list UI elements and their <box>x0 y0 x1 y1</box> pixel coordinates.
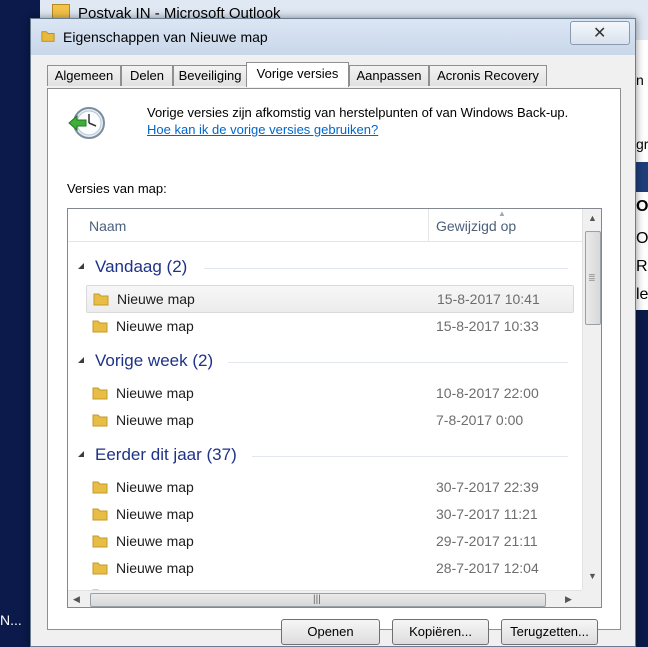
group-divider <box>204 268 568 269</box>
restore-button[interactable]: Terugzetten... <box>501 619 598 645</box>
sort-arrow-icon: ▲ <box>498 209 506 218</box>
item-name: Nieuwe map <box>117 291 195 307</box>
info-text: Vorige versies zijn afkomstig van herste… <box>147 105 569 120</box>
versions-list[interactable]: Naam ▲ Gewijzigd op Vandaag (2) Nieuwe m… <box>67 208 602 608</box>
item-date: 30-7-2017 22:39 <box>436 479 539 495</box>
column-separator[interactable] <box>428 209 429 241</box>
folder-icon <box>92 535 108 548</box>
side-letter: Re <box>636 258 648 275</box>
group-title: Eerder dit jaar (37) <box>95 445 237 464</box>
side-letter: n <box>636 72 644 88</box>
versions-label: Versies van map: <box>67 181 167 196</box>
tab-vorige-versies[interactable]: Vorige versies <box>246 62 349 87</box>
list-item[interactable]: Nieuwe map 30-7-2017 11:21 <box>86 501 572 527</box>
dialog-titlebar[interactable]: Eigenschappen van Nieuwe map ✕ <box>31 19 635 55</box>
list-item[interactable]: Nieuwe map 29-7-2017 21:11 <box>86 528 572 554</box>
copy-button[interactable]: Kopiëren... <box>392 619 489 645</box>
list-item[interactable]: Nieuwe map 28-7-2017 12:04 <box>86 555 572 581</box>
item-date: 29-7-2017 21:11 <box>436 533 538 549</box>
scroll-down-arrow-icon[interactable]: ▼ <box>588 571 597 581</box>
close-button[interactable]: ✕ <box>570 21 630 45</box>
side-stripe <box>636 310 648 645</box>
item-name: Nieuwe map <box>116 560 194 576</box>
item-name: Nieuwe map <box>116 318 194 334</box>
tab-beveiliging[interactable]: Beveiliging <box>173 65 247 86</box>
item-date: 7-8-2017 0:00 <box>436 412 524 428</box>
help-link[interactable]: Hoe kan ik de vorige versies gebruiken? <box>147 122 378 137</box>
restore-clock-icon <box>68 107 105 139</box>
tab-aanpassen[interactable]: Aanpassen <box>349 65 429 86</box>
list-item[interactable]: Nieuwe map 15-8-2017 10:41 <box>86 285 574 313</box>
group-divider <box>228 362 568 363</box>
folder-icon <box>92 320 108 333</box>
group-title: Vandaag (2) <box>95 257 188 276</box>
previous-versions-panel: Vorige versies zijn afkomstig van herste… <box>47 88 621 630</box>
tab-algemeen[interactable]: Algemeen <box>47 65 121 86</box>
side-letter: Or <box>636 198 648 215</box>
collapse-triangle-icon[interactable] <box>78 357 84 363</box>
item-name: Nieuwe map <box>116 479 194 495</box>
side-stripe <box>636 162 648 192</box>
grip-icon: ═ ═ <box>589 271 595 284</box>
collapse-triangle-icon[interactable] <box>78 451 84 457</box>
taskbar-label: N... <box>0 612 22 628</box>
horizontal-scroll-thumb[interactable]: ||| <box>90 593 546 607</box>
item-date: 28-7-2017 12:04 <box>436 560 539 576</box>
group-title: Vorige week (2) <box>95 351 214 370</box>
item-name: Nieuwe map <box>116 506 194 522</box>
scroll-up-arrow-icon[interactable]: ▲ <box>588 213 597 223</box>
horizontal-scrollbar[interactable]: ◀ ||| ▶ <box>68 590 582 607</box>
side-letter: le <box>636 286 648 303</box>
list-item[interactable]: Nieuwe map 7-8-2017 0:00 <box>86 407 572 433</box>
grip-icon: ||| <box>313 594 321 605</box>
column-header-name[interactable]: Naam <box>89 218 126 234</box>
column-header-modified[interactable]: Gewijzigd op <box>436 218 516 234</box>
scroll-corner <box>582 590 601 607</box>
item-name: Nieuwe map <box>116 412 194 428</box>
outlook-side-pane: n gr Or Ov Re le <box>636 40 648 645</box>
list-item[interactable]: Nieuwe map 10-8-2017 22:00 <box>86 380 572 406</box>
folder-icon <box>41 31 55 42</box>
folder-icon <box>92 481 108 494</box>
folder-icon <box>93 293 109 306</box>
collapse-triangle-icon[interactable] <box>78 263 84 269</box>
scroll-right-arrow-icon[interactable]: ▶ <box>565 594 572 605</box>
side-letter: gr <box>636 136 648 152</box>
item-date: 15-8-2017 10:41 <box>437 291 540 307</box>
item-date: 15-8-2017 10:33 <box>436 318 539 334</box>
list-item[interactable]: Nieuwe map 15-8-2017 10:33 <box>86 313 572 339</box>
folder-icon <box>92 562 108 575</box>
folder-icon <box>92 508 108 521</box>
list-item[interactable]: Nieuwe map 30-7-2017 22:39 <box>86 474 572 500</box>
item-name: Nieuwe map <box>116 533 194 549</box>
folder-icon <box>92 414 108 427</box>
tab-delen[interactable]: Delen <box>121 65 173 86</box>
vertical-scrollbar[interactable]: ▲ ═ ═ ▼ <box>582 209 601 590</box>
item-date: 30-7-2017 11:21 <box>436 506 538 522</box>
tab-acronis-recovery[interactable]: Acronis Recovery <box>429 65 547 86</box>
group-divider <box>252 456 568 457</box>
folder-icon <box>92 387 108 400</box>
properties-dialog: Eigenschappen van Nieuwe map ✕ Algemeen … <box>30 18 636 647</box>
scroll-left-arrow-icon[interactable]: ◀ <box>73 594 80 605</box>
vertical-scroll-thumb[interactable]: ═ ═ <box>585 231 601 325</box>
dialog-title: Eigenschappen van Nieuwe map <box>63 29 268 45</box>
side-letter: Ov <box>636 230 648 247</box>
open-button[interactable]: Openen <box>281 619 380 645</box>
group-header-previous-week[interactable]: Vorige week (2) <box>68 347 582 377</box>
group-header-today[interactable]: Vandaag (2) <box>68 253 582 283</box>
close-icon: ✕ <box>593 25 607 42</box>
list-header: Naam ▲ Gewijzigd op <box>68 209 582 242</box>
group-header-earlier-this-year[interactable]: Eerder dit jaar (37) <box>68 441 582 471</box>
item-date: 10-8-2017 22:00 <box>436 385 539 401</box>
item-name: Nieuwe map <box>116 385 194 401</box>
